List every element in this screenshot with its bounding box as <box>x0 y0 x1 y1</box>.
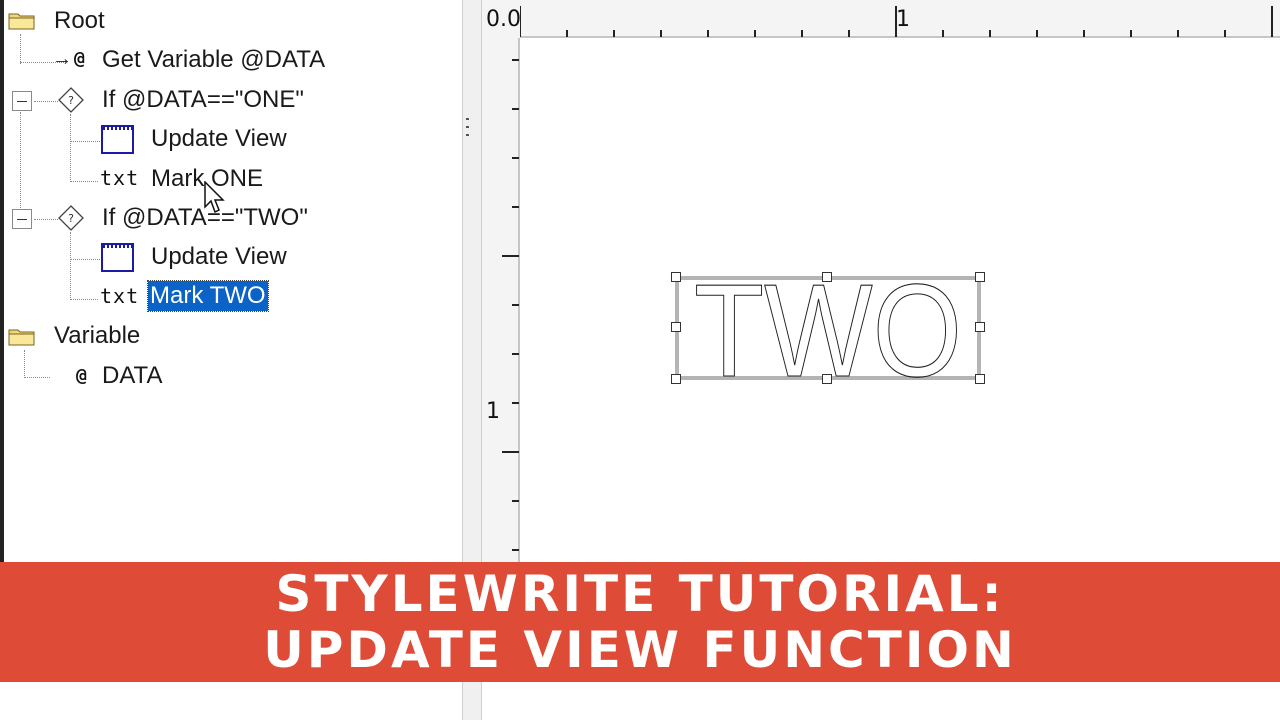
tree-connector <box>70 181 98 182</box>
tree-connector <box>70 259 100 260</box>
tree-node-get-variable[interactable]: Get Variable @DATA <box>102 45 325 75</box>
collapse-toggle-if-one[interactable] <box>12 91 32 111</box>
tree-node-if-one[interactable]: If @DATA=="ONE" <box>102 85 304 115</box>
txt-icon: txt <box>100 284 140 308</box>
tree-connector <box>20 34 21 64</box>
tree-connector <box>24 350 25 378</box>
resize-handle[interactable] <box>822 272 832 282</box>
tree-node-variable[interactable]: Variable <box>54 321 140 351</box>
folder-icon <box>8 329 35 346</box>
banner-title-line-2: UPDATE VIEW FUNCTION <box>263 621 1017 679</box>
tree-connector <box>34 219 58 220</box>
tree-connector <box>24 377 50 378</box>
at-sign-icon: @ <box>74 48 85 69</box>
txt-icon: txt <box>100 166 140 190</box>
tree-node-update-view-1[interactable]: Update View <box>151 124 287 154</box>
ruler-top-origin-label: 0.0 <box>486 7 521 32</box>
at-sign-icon: @ <box>76 365 87 386</box>
condition-diamond-icon: ? <box>58 205 84 231</box>
tree-node-root[interactable]: Root <box>54 6 105 36</box>
tree-node-data[interactable]: DATA <box>102 361 162 391</box>
tree-connector <box>70 114 71 182</box>
collapse-toggle-if-two[interactable] <box>12 209 32 229</box>
resize-handle[interactable] <box>975 374 985 384</box>
mouse-cursor-icon <box>204 181 225 214</box>
resize-handle[interactable] <box>975 322 985 332</box>
tree-node-mark-two[interactable]: Mark TWO <box>147 280 269 312</box>
panel-splitter-bottom <box>462 682 482 720</box>
tree-connector <box>20 112 21 212</box>
condition-diamond-icon: ? <box>58 87 84 113</box>
tree-node-update-view-2[interactable]: Update View <box>151 242 287 272</box>
tree-connector <box>34 101 58 102</box>
svg-text:?: ? <box>68 212 74 225</box>
tree-connector <box>70 299 98 300</box>
ruler-top-one-label: 1 <box>896 7 910 32</box>
folder-icon <box>8 13 35 30</box>
resize-handle[interactable] <box>822 374 832 384</box>
title-banner: STYLEWRITE TUTORIAL: UPDATE VIEW FUNCTIO… <box>0 562 1280 682</box>
svg-text:?: ? <box>68 94 74 107</box>
arrow-icon: → <box>52 48 72 70</box>
banner-title-line-1: STYLEWRITE TUTORIAL: <box>275 565 1005 623</box>
text-mark-two[interactable]: TWO <box>686 270 986 386</box>
ruler-left-one-label: 1 <box>486 399 500 424</box>
bottom-strip <box>0 682 1280 720</box>
update-view-icon <box>101 243 134 272</box>
tree-connector <box>70 141 100 142</box>
resize-handle[interactable] <box>671 272 681 282</box>
resize-handle[interactable] <box>671 322 681 332</box>
resize-handle[interactable] <box>671 374 681 384</box>
resize-handle[interactable] <box>975 272 985 282</box>
splitter-grip-icon <box>466 118 469 136</box>
text-mark-content: TWO <box>694 270 962 386</box>
ruler-top <box>482 0 1280 38</box>
update-view-icon <box>101 125 134 154</box>
tree-connector <box>70 232 71 300</box>
